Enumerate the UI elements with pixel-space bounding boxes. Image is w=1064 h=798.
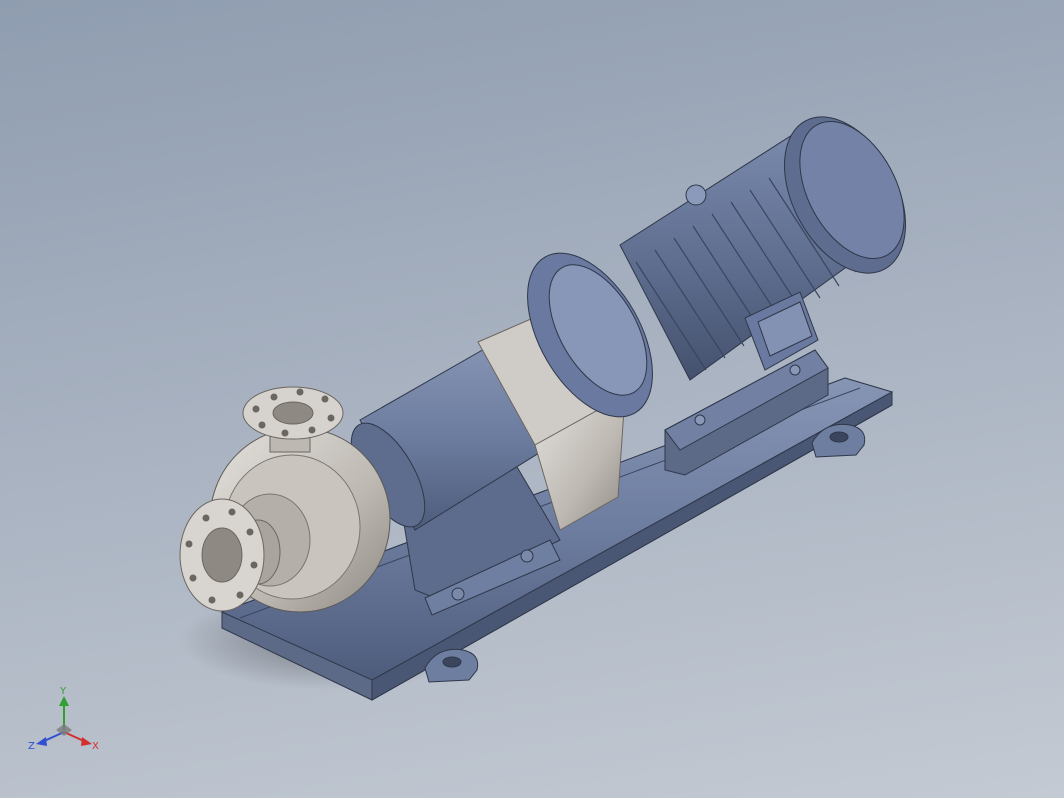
x-axis-arrow <box>63 731 92 746</box>
x-axis-label: X <box>92 741 99 750</box>
z-axis-label: Z <box>28 741 35 750</box>
lifting-eye <box>685 184 707 206</box>
z-axis-arrow <box>36 731 65 746</box>
y-axis-label: Y <box>59 686 67 697</box>
pump-assembly-model[interactable] <box>179 96 930 701</box>
coordinate-triad: Y X Z <box>28 686 99 750</box>
3d-viewport[interactable] <box>0 0 1064 798</box>
